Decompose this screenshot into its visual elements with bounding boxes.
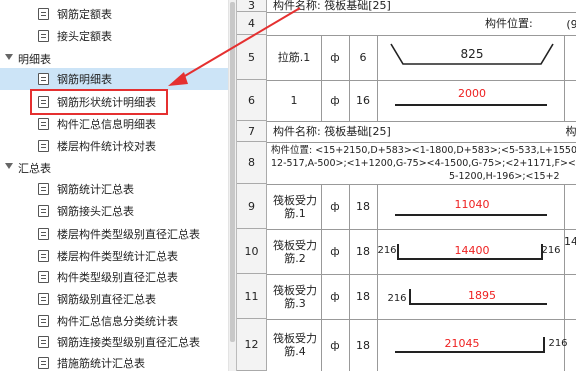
rebar-diameter: 6 [359, 51, 367, 64]
hook-length-right: 216 [541, 244, 561, 256]
document-icon [38, 8, 49, 20]
rebar-diameter: 18 [356, 200, 370, 213]
tree-item-rebar-joint-summary[interactable]: 钢筋接头汇总表 [0, 200, 228, 222]
rebar-grade: ф [330, 245, 340, 258]
rebar-length: 2000 [458, 86, 486, 100]
tree-item-floor-component-check[interactable]: 楼层构件统计校对表 [0, 135, 228, 157]
row-number: 3 [237, 0, 267, 12]
rebar-grade: ф [330, 290, 340, 303]
row-number: 4 [237, 12, 267, 35]
rebar-length: 14400 [454, 243, 490, 257]
row-number: 6 [237, 80, 267, 121]
document-icon [38, 228, 49, 240]
tree-item-measure-rebar-summary[interactable]: 措施筋统计汇总表 [0, 352, 228, 371]
rebar-grade: ф [330, 200, 340, 213]
document-icon [38, 357, 49, 369]
rebar-grade: ф [330, 94, 340, 107]
hook-length-right: 216 [548, 337, 568, 349]
rebar-name: 拉筋.1 [277, 51, 311, 64]
tree-scrollbar[interactable] [228, 0, 236, 371]
tree-item-floor-type-grade-dia[interactable]: 楼层构件类型级别直径汇总表 [0, 223, 228, 245]
report-tree: 钢筋定额表 接头定额表 明细表 钢筋明细表 钢筋形状统计明细表 构件汇总信息明细… [0, 0, 228, 371]
rebar-name: 1 [290, 94, 298, 107]
row-number: 12 [237, 319, 267, 371]
component-position-text: 12-517,A-500>;<1+1200,G-75><4-1500,G-75>… [271, 157, 576, 169]
tree-item-component-summary-detail[interactable]: 构件汇总信息明细表 [0, 113, 228, 135]
component-position-text: 5-1200,H-196>;<15+2 [449, 170, 560, 182]
rebar-length: 11040 [454, 197, 490, 211]
document-icon [38, 250, 49, 262]
component-name-header: 构件名称: 筏板基础[25] [273, 125, 391, 138]
row-number: 11 [237, 274, 267, 319]
report-sheet: 3 4 5 6 7 8 9 10 11 12 构件名称: 筏板基础[25] 构件… [236, 0, 576, 371]
tree-item-type-grade-dia[interactable]: 构件类型级别直径汇总表 [0, 266, 228, 288]
rebar-name: 筏板受力筋.1 [273, 193, 317, 220]
tree-item-floor-type-stat[interactable]: 楼层构件类型统计汇总表 [0, 245, 228, 267]
rebar-length: 825 [460, 46, 484, 61]
tree-item-rebar-stat-summary[interactable]: 钢筋统计汇总表 [0, 178, 228, 200]
tree-item-rebar-grade-dia[interactable]: 钢筋级别直径汇总表 [0, 288, 228, 310]
row-number: 8 [237, 142, 267, 184]
document-icon [38, 118, 49, 130]
tree-item-component-classified-stat[interactable]: 构件汇总信息分类统计表 [0, 310, 228, 332]
rebar-name: 筏板受力筋.3 [273, 283, 317, 310]
rebar-diameter: 18 [356, 290, 370, 303]
rebar-length: 1895 [468, 288, 496, 302]
row-number: 5 [237, 35, 267, 80]
rebar-diameter: 18 [356, 245, 370, 258]
tree-item-rebar-quota[interactable]: 钢筋定额表 [0, 3, 228, 25]
tree-item-rebar-detail[interactable]: 钢筋明细表 [0, 68, 228, 90]
rebar-diameter: 18 [356, 338, 370, 352]
document-icon [38, 140, 49, 152]
chevron-down-icon[interactable] [5, 163, 13, 169]
chevron-down-icon[interactable] [5, 54, 13, 60]
tree-group-details[interactable]: 明细表 [0, 48, 228, 70]
document-icon [38, 183, 49, 195]
component-position-text: 构件位置: <15+2150,D+583><1-1800,D+583>;<5-5… [271, 144, 576, 156]
rebar-grade: ф [330, 338, 340, 352]
rebar-length: 21045 [444, 336, 480, 350]
document-icon [38, 315, 49, 327]
rebar-grade: ф [330, 51, 340, 64]
clipped-value: (9 [566, 17, 576, 31]
tree-group-summary[interactable]: 汇总表 [0, 157, 228, 179]
document-icon [38, 293, 49, 305]
tree-item-joint-quota[interactable]: 接头定额表 [0, 25, 228, 47]
document-icon [38, 73, 49, 85]
component-name-header: 构件名称: 筏板基础[25] [273, 0, 391, 12]
scrollbar-thumb[interactable] [230, 2, 235, 342]
clipped-value: 14 [564, 234, 576, 248]
rebar-name: 筏板受力筋.2 [273, 238, 317, 265]
hook-length-left: 216 [387, 292, 407, 304]
row-number: 10 [237, 229, 267, 274]
annotation-highlight-box [30, 89, 168, 115]
tree-item-rebar-connection-summary[interactable]: 钢筋连接类型级别直径汇总表 [0, 331, 228, 353]
hook-length-left: 216 [377, 244, 397, 256]
document-icon [38, 205, 49, 217]
row-number: 7 [237, 121, 267, 142]
document-icon [38, 271, 49, 283]
row-number: 9 [237, 184, 267, 229]
document-icon [38, 30, 49, 42]
component-position-label: 构件位置: [485, 17, 533, 30]
document-icon [38, 336, 49, 348]
rebar-name: 筏板受力筋.4 [273, 332, 317, 358]
rebar-diameter: 16 [356, 94, 370, 107]
clipped-value: 构 [565, 125, 576, 138]
